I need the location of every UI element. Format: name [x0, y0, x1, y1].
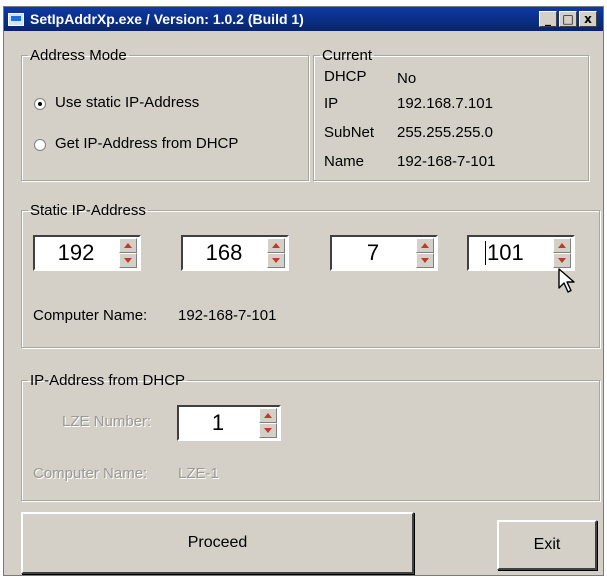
octet-3-down-arrow-icon[interactable] [416, 253, 434, 268]
dhcp-computer-name-value: LZE-1 [178, 465, 219, 482]
app-window: SetIpAddrXp.exe / Version: 1.0.2 (Build … [3, 6, 604, 576]
current-subnet-value: 255.255.255.0 [397, 124, 493, 141]
close-button[interactable]: x [579, 11, 597, 27]
ip-octet-3-input[interactable]: 7 [332, 237, 414, 269]
computer-icon [8, 12, 24, 26]
static-ip-option-label[interactable]: Use static IP-Address [55, 94, 199, 111]
address-mode-legend: Address Mode [30, 47, 127, 64]
dhcp-computer-name-label: Computer Name: [33, 465, 148, 482]
dhcp-radio[interactable] [34, 139, 46, 151]
octet-4-up-arrow-icon[interactable] [553, 238, 571, 253]
ip-octet-2-input[interactable]: 168 [183, 237, 265, 269]
current-name-value: 192-168-7-101 [397, 153, 496, 170]
ip-octet-3-spinner[interactable]: 7 [330, 235, 438, 271]
static-ip-group: Static IP-Address [21, 202, 600, 348]
ip-octet-4-field[interactable]: 101 [469, 237, 551, 269]
maximize-button[interactable]: □ [559, 11, 577, 27]
dhcp-legend: IP-Address from DHCP [30, 372, 186, 389]
ip-octet-4-input[interactable]: 101 [487, 240, 524, 266]
ip-octet-1-spinner[interactable]: 192 [33, 235, 141, 271]
current-ip-key: IP [324, 95, 339, 112]
title-bar[interactable]: SetIpAddrXp.exe / Version: 1.0.2 (Build … [4, 7, 603, 31]
octet-1-down-arrow-icon[interactable] [119, 253, 137, 268]
octet-4-down-arrow-icon[interactable] [553, 253, 571, 268]
current-ip-value: 192.168.7.101 [397, 95, 493, 112]
mouse-pointer-icon [558, 268, 575, 293]
address-mode-group: Address Mode [21, 47, 309, 181]
lze-up-arrow-icon[interactable] [259, 408, 277, 423]
octet-1-up-arrow-icon[interactable] [119, 238, 137, 253]
static-ip-legend: Static IP-Address [30, 202, 146, 219]
current-legend: Current [322, 47, 373, 64]
lze-number-spinner[interactable]: 1 [177, 405, 281, 441]
octet-3-up-arrow-icon[interactable] [416, 238, 434, 253]
window-title: SetIpAddrXp.exe / Version: 1.0.2 (Build … [30, 11, 304, 27]
lze-number-label: LZE Number: [62, 413, 152, 430]
lze-down-arrow-icon[interactable] [259, 423, 277, 438]
static-ip-radio[interactable] [34, 98, 46, 110]
lze-number-input[interactable]: 1 [179, 407, 257, 439]
proceed-button[interactable]: Proceed [21, 512, 414, 574]
dhcp-option-label[interactable]: Get IP-Address from DHCP [55, 135, 238, 152]
static-computer-name-value: 192-168-7-101 [178, 307, 277, 324]
octet-2-down-arrow-icon[interactable] [267, 253, 285, 268]
ip-octet-2-spinner[interactable]: 168 [181, 235, 289, 271]
octet-2-up-arrow-icon[interactable] [267, 238, 285, 253]
exit-button[interactable]: Exit [497, 520, 597, 570]
current-name-key: Name [324, 153, 365, 170]
current-subnet-key: SubNet [324, 124, 375, 141]
current-dhcp-key: DHCP [324, 68, 367, 85]
static-computer-name-label: Computer Name: [33, 307, 148, 324]
ip-octet-1-input[interactable]: 192 [35, 237, 117, 269]
text-caret [485, 241, 486, 265]
minimize-button[interactable]: _ [539, 11, 557, 27]
ip-octet-4-spinner[interactable]: 101 [467, 235, 575, 271]
current-dhcp-value: No [397, 70, 417, 87]
